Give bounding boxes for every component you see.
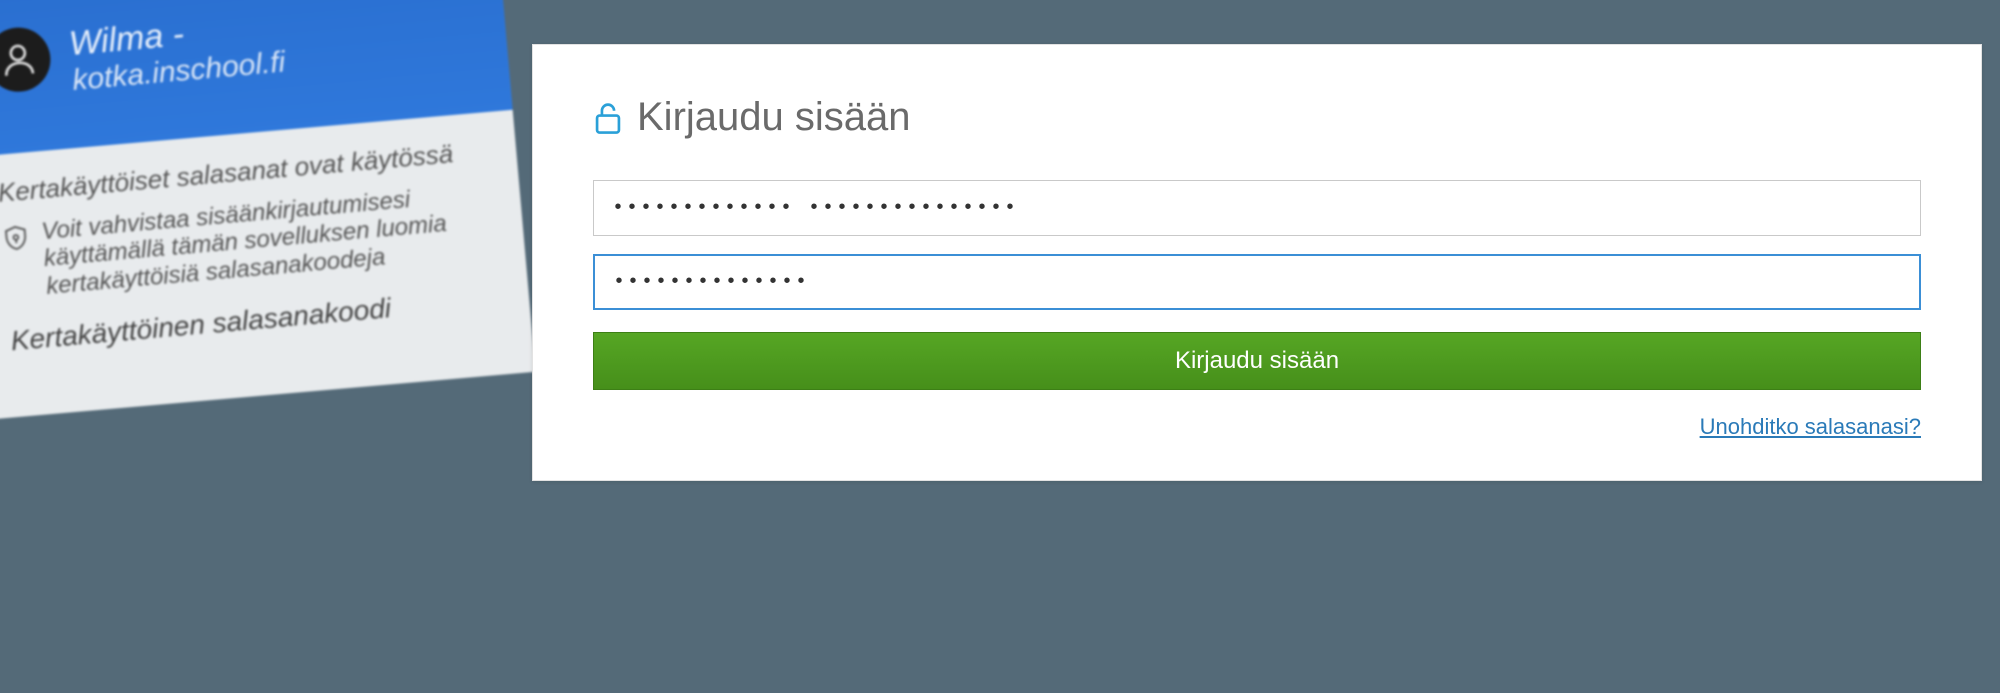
shield-lock-icon	[1, 223, 31, 253]
username-input[interactable]	[593, 180, 1921, 236]
mobile-body: Kertakäyttöiset salasanat ovat käytössä …	[0, 110, 536, 420]
forgot-password-link[interactable]: Unohditko salasanasi?	[1700, 414, 1921, 439]
login-card: Kirjaudu sisään Kirjaudu sisään Unohditk…	[532, 44, 1982, 481]
forgot-row: Unohditko salasanasi?	[593, 414, 1921, 440]
avatar	[0, 25, 53, 94]
login-heading: Kirjaudu sisään	[593, 95, 1921, 140]
login-heading-text: Kirjaudu sisään	[637, 95, 911, 140]
password-input[interactable]	[593, 254, 1921, 310]
mobile-app-preview: Wilma - kotka.inschool.fi Kertakäyttöise…	[0, 0, 559, 693]
login-button[interactable]: Kirjaudu sisään	[593, 332, 1921, 390]
user-icon	[0, 38, 40, 81]
lock-open-icon	[593, 101, 623, 135]
mobile-title-block: Wilma - kotka.inschool.fi	[67, 0, 287, 98]
